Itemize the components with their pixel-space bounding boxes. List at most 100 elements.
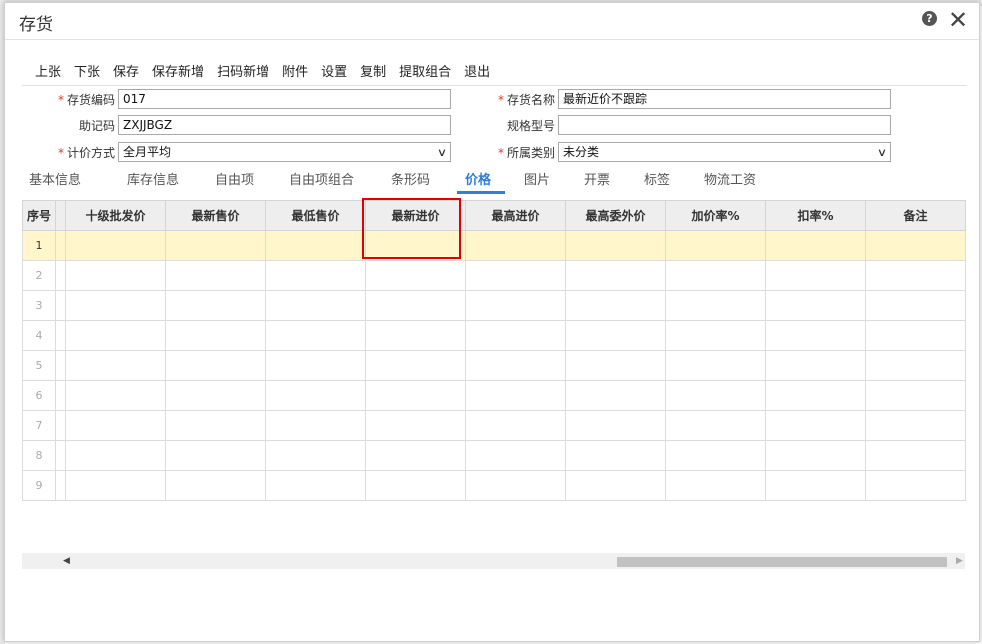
grid-cell[interactable] xyxy=(865,380,966,411)
grid-cell[interactable] xyxy=(165,230,266,261)
spec-input[interactable] xyxy=(558,115,891,135)
grid-cell[interactable] xyxy=(65,290,166,321)
grid-cell[interactable] xyxy=(165,260,266,291)
grid-cell[interactable] xyxy=(865,350,966,381)
grid-cell[interactable] xyxy=(665,260,766,291)
grid-cell[interactable] xyxy=(265,260,366,291)
grid-cell[interactable] xyxy=(765,230,866,261)
grid-cell[interactable] xyxy=(565,260,666,291)
grid-cell[interactable] xyxy=(265,440,366,471)
table-row[interactable]: 8 xyxy=(22,440,966,471)
mnemonic-input[interactable]: ZXJJBGZ xyxy=(118,115,451,135)
grid-cell[interactable] xyxy=(265,320,366,351)
tab-price[interactable]: 价格 xyxy=(465,169,491,188)
grid-cell[interactable] xyxy=(465,230,566,261)
grid-cell[interactable] xyxy=(165,380,266,411)
col-header-remarks[interactable]: 备注 xyxy=(865,200,966,231)
grid-cell[interactable] xyxy=(865,320,966,351)
grid-cell[interactable] xyxy=(365,470,466,501)
grid-cell[interactable] xyxy=(665,320,766,351)
grid-cell[interactable] xyxy=(55,440,66,471)
grid-cell[interactable] xyxy=(165,470,266,501)
grid-cell[interactable] xyxy=(565,230,666,261)
grid-cell[interactable] xyxy=(865,260,966,291)
grid-cell[interactable] xyxy=(265,470,366,501)
grid-cell[interactable] xyxy=(765,410,866,441)
grid-cell[interactable] xyxy=(765,380,866,411)
grid-cell[interactable] xyxy=(365,440,466,471)
grid-cell[interactable] xyxy=(55,290,66,321)
grid-cell[interactable] xyxy=(565,350,666,381)
grid-cell[interactable] xyxy=(465,380,566,411)
save-button[interactable]: 保存 xyxy=(113,61,139,80)
grid-cell[interactable] xyxy=(565,410,666,441)
grid-cell[interactable] xyxy=(365,380,466,411)
grid-cell[interactable] xyxy=(365,230,466,261)
grid-cell[interactable] xyxy=(665,290,766,321)
grid-cell[interactable] xyxy=(165,320,266,351)
grid-cell[interactable] xyxy=(55,260,66,291)
col-header-latest-sale-price[interactable]: 最新售价 xyxy=(165,200,266,231)
grid-cell[interactable] xyxy=(465,260,566,291)
grid-cell[interactable] xyxy=(65,470,166,501)
grid-cell[interactable] xyxy=(165,290,266,321)
pricing-method-select[interactable]: 全月平均 ∨ xyxy=(118,142,451,162)
table-row[interactable]: 9 xyxy=(22,470,966,501)
grid-cell[interactable] xyxy=(665,350,766,381)
grid-cell[interactable] xyxy=(265,380,366,411)
grid-cell[interactable] xyxy=(165,440,266,471)
col-header-markup-rate[interactable]: 加价率% xyxy=(665,200,766,231)
table-row[interactable]: 6 xyxy=(22,380,966,411)
table-row[interactable]: 4 xyxy=(22,320,966,351)
grid-cell[interactable] xyxy=(265,410,366,441)
col-header-latest-purchase-price[interactable]: 最新进价 xyxy=(365,200,466,231)
close-icon[interactable]: ✕ xyxy=(948,4,968,36)
settings-button[interactable]: 设置 xyxy=(321,61,347,80)
grid-cell[interactable] xyxy=(55,470,66,501)
tab-invoice[interactable]: 开票 xyxy=(584,169,610,188)
grid-cell[interactable] xyxy=(665,230,766,261)
tab-free-items[interactable]: 自由项 xyxy=(215,169,254,188)
copy-button[interactable]: 复制 xyxy=(360,61,386,80)
grid-cell[interactable] xyxy=(55,230,66,261)
col-header-discount-rate[interactable]: 扣率% xyxy=(765,200,866,231)
next-record-button[interactable]: 下张 xyxy=(74,61,100,80)
grid-cell[interactable] xyxy=(465,410,566,441)
scrollbar-thumb[interactable] xyxy=(617,557,947,567)
tab-logistics-wages[interactable]: 物流工资 xyxy=(704,169,756,188)
exit-button[interactable]: 退出 xyxy=(464,61,490,80)
grid-cell[interactable] xyxy=(65,350,166,381)
grid-cell[interactable] xyxy=(765,440,866,471)
name-input[interactable]: 最新近价不跟踪 xyxy=(558,89,891,109)
help-icon[interactable]: ? xyxy=(922,11,937,26)
table-row[interactable]: 2 xyxy=(22,260,966,291)
tab-labels[interactable]: 标签 xyxy=(644,169,670,188)
grid-cell[interactable] xyxy=(765,470,866,501)
grid-cell[interactable] xyxy=(765,320,866,351)
grid-cell[interactable] xyxy=(265,230,366,261)
grid-cell[interactable] xyxy=(765,290,866,321)
grid-cell[interactable] xyxy=(665,440,766,471)
tab-basic-info[interactable]: 基本信息 xyxy=(29,169,81,188)
col-header-tenth-wholesale-price[interactable]: 十级批发价 xyxy=(65,200,166,231)
table-row[interactable]: 3 xyxy=(22,290,966,321)
table-row[interactable]: 7 xyxy=(22,410,966,441)
grid-cell[interactable] xyxy=(265,350,366,381)
grid-cell[interactable] xyxy=(165,350,266,381)
tab-free-item-combination[interactable]: 自由项组合 xyxy=(289,169,354,188)
grid-cell[interactable] xyxy=(465,290,566,321)
grid-cell[interactable] xyxy=(365,290,466,321)
grid-cell[interactable] xyxy=(65,320,166,351)
scroll-left-icon[interactable]: ◀ xyxy=(63,556,70,566)
grid-cell[interactable] xyxy=(665,470,766,501)
grid-cell[interactable] xyxy=(65,410,166,441)
table-row[interactable]: 1 xyxy=(22,230,966,261)
grid-cell[interactable] xyxy=(765,260,866,291)
grid-cell[interactable] xyxy=(65,230,166,261)
grid-cell[interactable] xyxy=(55,380,66,411)
save-and-new-button[interactable]: 保存新增 xyxy=(152,61,204,80)
grid-cell[interactable] xyxy=(365,410,466,441)
grid-cell[interactable] xyxy=(465,320,566,351)
grid-cell[interactable] xyxy=(265,290,366,321)
scroll-right-icon[interactable]: ▶ xyxy=(956,556,963,566)
